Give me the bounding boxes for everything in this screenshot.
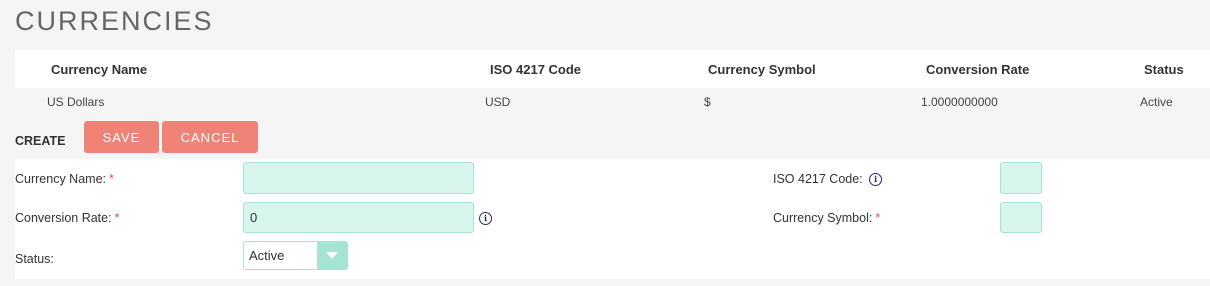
currency-symbol-label: Currency Symbol: * [773,211,880,225]
currency-symbol-input[interactable] [1000,202,1042,233]
page-title: CURRENCIES [15,6,214,36]
currency-name-input[interactable] [243,162,474,194]
currency-name-label-text: Currency Name: [15,172,106,186]
currency-name-label: Currency Name: * [15,172,114,186]
status-select[interactable]: Active [243,241,348,270]
column-header-conversion-rate[interactable]: Conversion Rate [926,50,1029,88]
conversion-rate-label-text: Conversion Rate: [15,211,112,225]
column-header-currency-symbol[interactable]: Currency Symbol [708,50,816,88]
cell-currency-name: US Dollars [47,95,105,109]
status-label: Status: [15,252,54,266]
status-select-value: Active [249,248,285,263]
iso-code-input[interactable] [1000,162,1042,194]
column-header-currency-name[interactable]: Currency Name [51,50,147,88]
iso-code-label: ISO 4217 Code: i [773,172,883,187]
cancel-button[interactable]: CANCEL [162,121,258,153]
info-icon[interactable]: i [479,212,492,225]
currency-symbol-label-text: Currency Symbol: [773,211,873,225]
list-header: Currency Name ISO 4217 Code Currency Sym… [15,50,1210,88]
required-marker: * [875,211,881,225]
save-button[interactable]: SAVE [84,121,159,153]
table-row[interactable]: US Dollars USD $ 1.0000000000 Active [15,88,1210,116]
info-icon[interactable]: i [869,173,883,187]
column-header-iso-code[interactable]: ISO 4217 Code [490,50,581,88]
chevron-down-icon[interactable] [317,242,347,269]
column-header-status[interactable]: Status [1144,50,1184,88]
cell-conversion-rate: 1.0000000000 [921,95,998,109]
cell-currency-symbol: $ [704,95,711,109]
create-section-title: CREATE [15,134,66,148]
iso-code-label-text: ISO 4217 Code: [773,172,863,186]
create-form: Currency Name:* Conversion Rate:* i Stat… [15,159,1210,279]
cell-iso-code: USD [485,95,511,109]
conversion-rate-label: Conversion Rate: * [15,211,119,225]
required-marker: * [109,172,114,186]
cell-status: Active [1140,95,1173,109]
required-marker: * [114,211,120,225]
conversion-rate-input[interactable] [243,202,474,233]
